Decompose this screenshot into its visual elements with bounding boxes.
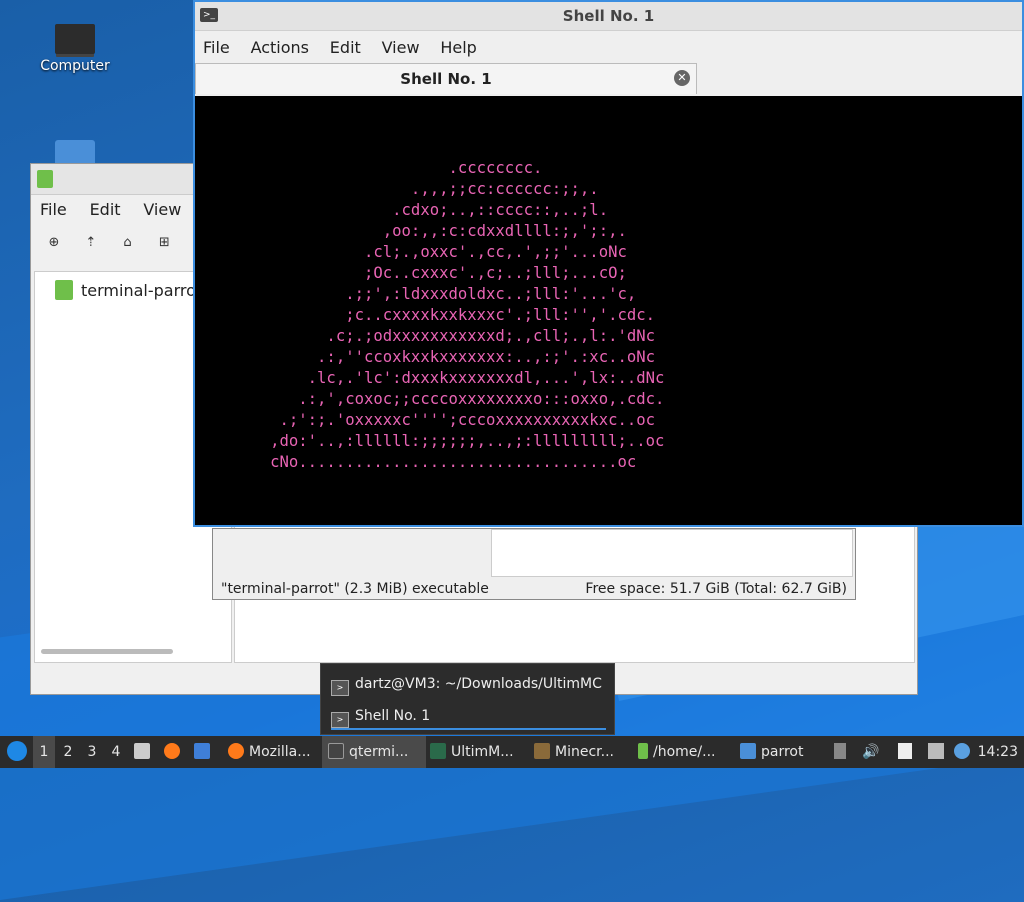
task-parrot[interactable]: parrot <box>734 736 830 768</box>
fm-menu-view[interactable]: View <box>134 194 190 225</box>
home-icon[interactable]: ⌂ <box>115 230 141 256</box>
popup-item-shell-1[interactable]: > Shell No. 1 <box>331 704 606 730</box>
task-home-folder[interactable]: /home/... <box>632 736 736 768</box>
task-label: Mozilla... <box>249 744 311 760</box>
side-scrollbar[interactable] <box>41 649 173 654</box>
terminal-icon <box>328 743 344 759</box>
popup-item-label: dartz@VM3: ~/Downloads/UltimMC <box>355 676 602 692</box>
parrot-ascii-art: .cccccccc. .,,,;;cc:cccccc:;;,. .cdxo;..… <box>270 159 665 471</box>
quicklaunch-firefox-icon[interactable] <box>164 736 185 768</box>
executable-file-icon <box>55 280 73 300</box>
fm-menu-edit[interactable]: Edit <box>81 194 130 225</box>
terminal-window-title: Shell No. 1 <box>562 7 655 25</box>
popup-item-label: Shell No. 1 <box>355 708 431 724</box>
network-icon[interactable] <box>928 736 944 768</box>
task-minecraft[interactable]: Minecr... <box>528 736 634 768</box>
terminal-window: >_ Shell No. 1 File Actions Edit View He… <box>193 0 1024 527</box>
side-item-terminal-parrot[interactable]: terminal-parrot <box>55 280 202 300</box>
desktop-switch-2[interactable]: 2 <box>57 736 79 768</box>
taskbar: 1 2 3 4 Mozilla... qtermi... UltimM... M… <box>0 736 1024 768</box>
selected-file-status: "terminal-parrot" (2.3 MiB) executable <box>221 581 489 597</box>
new-tab-icon[interactable]: ⊕ <box>41 230 67 256</box>
clock[interactable]: 14:23 <box>978 736 1018 768</box>
go-up-icon[interactable]: ⇡ <box>78 230 104 256</box>
term-menu-view[interactable]: View <box>374 31 428 64</box>
terminal-icon: > <box>331 680 349 696</box>
volume-icon[interactable]: 🔊 <box>862 736 879 768</box>
popup-item-ultimmc-terminal[interactable]: > dartz@VM3: ~/Downloads/UltimMC <box>331 672 602 696</box>
terminal-tabbar: Shell No. 1 ✕ <box>195 63 1022 95</box>
desktop-computer-label: Computer <box>40 58 110 74</box>
task-qterminal[interactable]: qtermi... <box>322 736 426 768</box>
quicklaunch-desktop-icon[interactable] <box>194 736 215 768</box>
file-status-panel: "terminal-parrot" (2.3 MiB) executable F… <box>212 528 856 600</box>
executable-app-icon <box>37 170 53 188</box>
task-label: parrot <box>761 744 804 760</box>
minecraft-icon <box>534 743 550 759</box>
terminal-screen[interactable]: .cccccccc. .,,,;;cc:cccccc:;;,. .cdxo;..… <box>195 96 1022 525</box>
ultimmc-icon <box>430 743 446 759</box>
firefox-icon <box>228 743 244 759</box>
quicklaunch-files-icon[interactable] <box>134 736 155 768</box>
terminal-menubar: File Actions Edit View Help <box>195 31 1022 63</box>
task-label: qtermi... <box>349 744 409 760</box>
app-menu-button[interactable] <box>4 736 30 768</box>
side-item-label: terminal-parrot <box>81 281 203 300</box>
taskbar-group-popup: > dartz@VM3: ~/Downloads/UltimMC > Shell N… <box>320 663 615 735</box>
monitor-icon <box>55 24 95 54</box>
close-tab-icon[interactable]: ✕ <box>674 70 690 86</box>
task-label: /home/... <box>653 744 716 760</box>
term-menu-file[interactable]: File <box>195 31 238 64</box>
clipboard-icon[interactable] <box>898 736 912 768</box>
folder-icon <box>740 743 756 759</box>
file-manager-toolbar: ⊕ ⇡ ⌂ ⊞ <box>41 230 183 264</box>
new-file-icon[interactable]: ⊞ <box>151 230 177 256</box>
desktop-switch-1[interactable]: 1 <box>33 736 55 768</box>
eject-icon[interactable] <box>834 736 846 768</box>
term-menu-help[interactable]: Help <box>432 31 484 64</box>
terminal-titlebar[interactable]: >_ Shell No. 1 <box>195 2 1022 31</box>
status-white-area <box>491 529 853 577</box>
task-ultimmc[interactable]: UltimM... <box>424 736 530 768</box>
term-menu-actions[interactable]: Actions <box>243 31 317 64</box>
desktop-computer-icon[interactable]: Computer <box>30 24 120 74</box>
tab-shell-1-label: Shell No. 1 <box>400 70 492 88</box>
desktop-switch-3[interactable]: 3 <box>81 736 103 768</box>
free-space-status: Free space: 51.7 GiB (Total: 62.7 GiB) <box>585 581 847 597</box>
terminal-icon: > <box>331 712 349 728</box>
desktop-switch-4[interactable]: 4 <box>105 736 127 768</box>
term-menu-edit[interactable]: Edit <box>322 31 369 64</box>
task-label: UltimM... <box>451 744 514 760</box>
update-notifier-icon[interactable] <box>954 736 970 768</box>
parrot-menu-icon <box>7 741 27 761</box>
fm-menu-file[interactable]: File <box>31 194 76 225</box>
task-mozilla[interactable]: Mozilla... <box>222 736 324 768</box>
executable-icon <box>638 743 648 759</box>
task-label: Minecr... <box>555 744 614 760</box>
tab-shell-1[interactable]: Shell No. 1 ✕ <box>195 63 697 94</box>
